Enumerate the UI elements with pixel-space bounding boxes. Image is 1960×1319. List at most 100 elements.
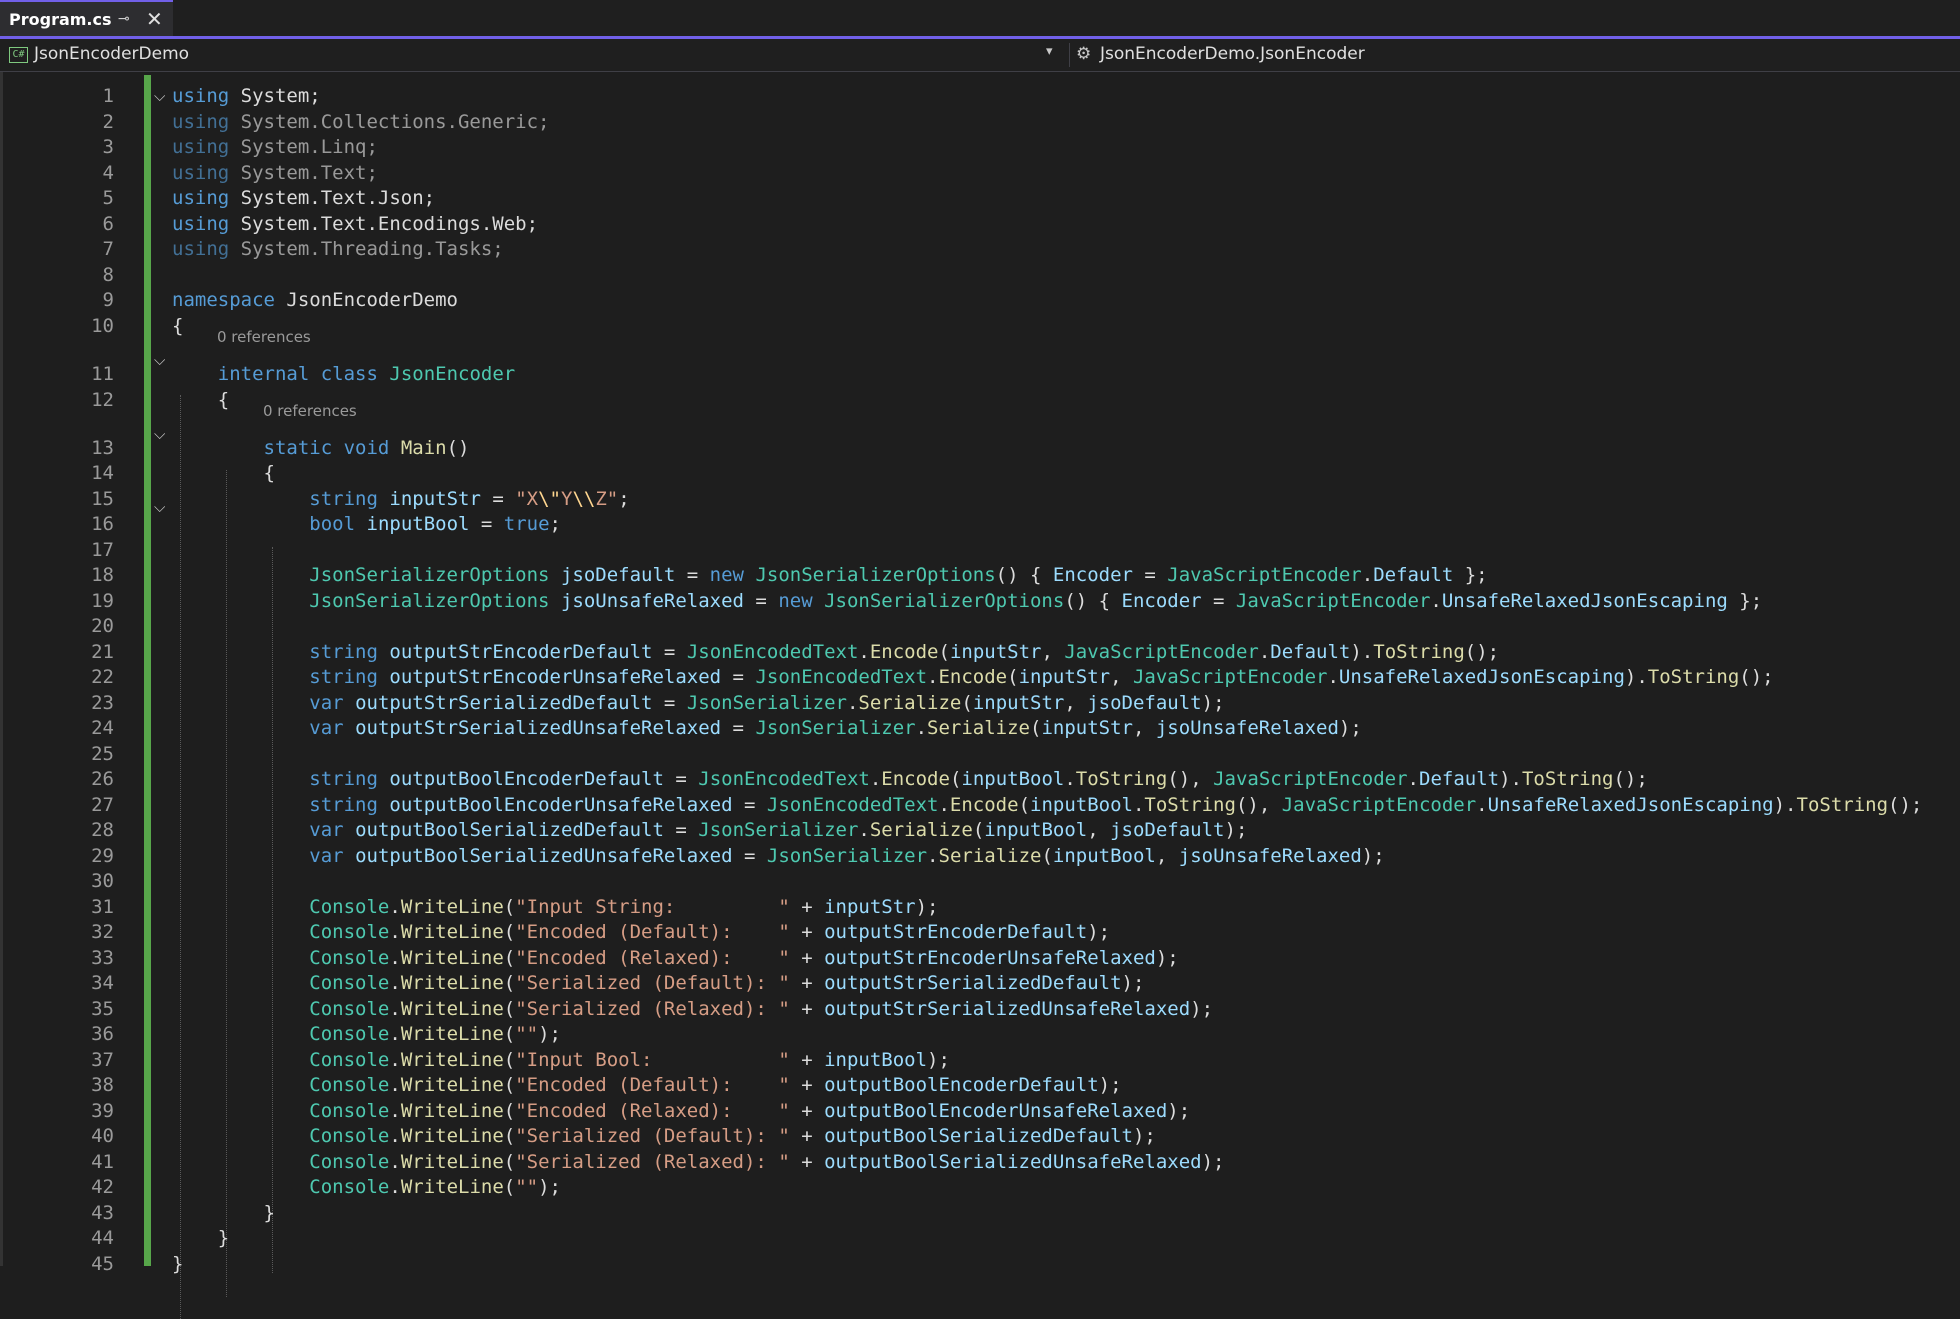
code-line[interactable]: Console.WriteLine("Encoded (Relaxed): " … (172, 1099, 1190, 1124)
line-number: 35 (91, 998, 114, 1020)
code-line[interactable]: Console.WriteLine("Encoded (Default): " … (172, 1073, 1121, 1098)
line-number: 44 (91, 1227, 114, 1249)
fold-icon[interactable]: ⌵ (154, 422, 165, 447)
line-number: 24 (91, 717, 114, 739)
line-number: 21 (91, 641, 114, 663)
line-number: 36 (91, 1023, 114, 1045)
code-line[interactable]: Console.WriteLine("Encoded (Default): " … (172, 920, 1110, 945)
code-line[interactable]: Console.WriteLine("Serialized (Relaxed):… (172, 1150, 1224, 1175)
tab-title: Program.cs (9, 10, 112, 29)
line-number: 12 (91, 389, 114, 411)
code-line[interactable]: JsonSerializerOptions jsoUnsafeRelaxed =… (172, 589, 1762, 614)
code-line[interactable]: string inputStr = "X\"Y\\Z"; (172, 487, 629, 512)
code-line[interactable]: string outputBoolEncoderDefault = JsonEn… (172, 767, 1648, 792)
code-line[interactable]: Console.WriteLine("Serialized (Default):… (172, 1124, 1156, 1149)
line-number: 14 (91, 462, 114, 484)
code-line[interactable]: namespace JsonEncoderDemo (172, 288, 458, 313)
code-line[interactable]: Console.WriteLine("Input Bool: " + input… (172, 1048, 950, 1073)
code-line[interactable]: var outputStrSerializedUnsafeRelaxed = J… (172, 716, 1362, 741)
line-number: 42 (91, 1176, 114, 1198)
codelens-references[interactable]: 0 references (263, 401, 357, 421)
line-number: 23 (91, 692, 114, 714)
code-line[interactable]: using System.Collections.Generic; (172, 110, 550, 135)
line-number: 13 (91, 437, 114, 459)
chevron-down-icon[interactable]: ▾ (1046, 44, 1053, 59)
code-line[interactable]: Console.WriteLine("Input String: " + inp… (172, 895, 938, 920)
project-dropdown[interactable]: JsonEncoderDemo (34, 44, 189, 64)
line-number: 2 (102, 111, 114, 133)
line-number: 37 (91, 1049, 114, 1071)
navbar-divider (1069, 43, 1070, 67)
line-number: 43 (91, 1202, 114, 1224)
editor-left-margin (0, 72, 3, 1266)
line-number: 7 (102, 238, 114, 260)
code-line[interactable]: string outputStrEncoderDefault = JsonEnc… (172, 640, 1499, 665)
code-line[interactable]: Console.WriteLine(""); (172, 1022, 561, 1047)
line-number: 10 (91, 315, 114, 337)
code-line[interactable]: Console.WriteLine("Serialized (Relaxed):… (172, 997, 1213, 1022)
line-number: 38 (91, 1074, 114, 1096)
line-number: 20 (91, 615, 114, 637)
code-line[interactable]: var outputStrSerializedDefault = JsonSer… (172, 691, 1224, 716)
line-number: 34 (91, 972, 114, 994)
line-number: 18 (91, 564, 114, 586)
line-number: 40 (91, 1125, 114, 1147)
line-number: 19 (91, 590, 114, 612)
code-line[interactable]: { (172, 461, 275, 486)
line-number: 4 (102, 162, 114, 184)
line-number: 41 (91, 1151, 114, 1173)
code-line[interactable]: using System.Text; (172, 161, 378, 186)
code-line[interactable]: using System.Linq; (172, 135, 378, 160)
close-icon[interactable]: ✕ (146, 7, 163, 31)
fold-icon[interactable]: ⌵ (154, 495, 165, 520)
code-line[interactable]: JsonSerializerOptions jsoDefault = new J… (172, 563, 1487, 588)
code-line[interactable]: { (172, 388, 229, 413)
line-number: 32 (91, 921, 114, 943)
line-number: 16 (91, 513, 114, 535)
line-number: 6 (102, 213, 114, 235)
line-number: 29 (91, 845, 114, 867)
code-line[interactable]: string outputStrEncoderUnsafeRelaxed = J… (172, 665, 1773, 690)
line-number: 1 (102, 85, 114, 107)
code-line[interactable]: bool inputBool = true; (172, 512, 561, 537)
line-number: 31 (91, 896, 114, 918)
line-number: 30 (91, 870, 114, 892)
code-line[interactable]: Console.WriteLine("Encoded (Relaxed): " … (172, 946, 1178, 971)
code-editor[interactable]: ⌵ ⌵ ⌵ ⌵ 0 references 0 references 1 2 3 … (0, 72, 1960, 1319)
code-line[interactable]: { (172, 314, 183, 339)
code-line[interactable]: using System; (172, 84, 321, 109)
tab-program-cs[interactable]: Program.cs ⊸ ✕ (0, 0, 173, 36)
class-icon: ⚙ (1076, 44, 1092, 64)
code-line[interactable]: using System.Text.Encodings.Web; (172, 212, 538, 237)
line-number: 28 (91, 819, 114, 841)
line-number: 45 (91, 1253, 114, 1275)
code-line[interactable]: } (172, 1226, 229, 1251)
navigation-bar: C# JsonEncoderDemo ▾ ⚙ JsonEncoderDemo.J… (0, 39, 1960, 72)
pin-icon[interactable]: ⊸ (118, 11, 130, 27)
code-line[interactable]: var outputBoolSerializedDefault = JsonSe… (172, 818, 1247, 843)
fold-icon[interactable]: ⌵ (154, 84, 165, 109)
code-line[interactable]: using System.Text.Json; (172, 186, 435, 211)
code-line[interactable]: internal class JsonEncoder (172, 362, 515, 387)
type-dropdown[interactable]: JsonEncoderDemo.JsonEncoder (1100, 44, 1365, 64)
code-line[interactable]: var outputBoolSerializedUnsafeRelaxed = … (172, 844, 1384, 869)
code-line[interactable]: } (172, 1252, 183, 1277)
line-number: 3 (102, 136, 114, 158)
document-tab-strip: Program.cs ⊸ ✕ (0, 0, 1960, 39)
line-number: 26 (91, 768, 114, 790)
csharp-project-icon: C# (9, 47, 28, 63)
line-number: 9 (102, 289, 114, 311)
code-line[interactable]: string outputBoolEncoderUnsafeRelaxed = … (172, 793, 1922, 818)
code-line[interactable]: static void Main() (172, 436, 470, 461)
code-line[interactable]: Console.WriteLine("Serialized (Default):… (172, 971, 1144, 996)
code-line[interactable]: using System.Threading.Tasks; (172, 237, 504, 262)
code-line[interactable]: Console.WriteLine(""); (172, 1175, 561, 1200)
line-number: 5 (102, 187, 114, 209)
code-line[interactable]: } (172, 1201, 275, 1226)
codelens-references[interactable]: 0 references (217, 327, 311, 347)
fold-icon[interactable]: ⌵ (154, 348, 165, 373)
line-number: 22 (91, 666, 114, 688)
line-number: 11 (91, 363, 114, 385)
line-number: 27 (91, 794, 114, 816)
line-number: 17 (91, 539, 114, 561)
